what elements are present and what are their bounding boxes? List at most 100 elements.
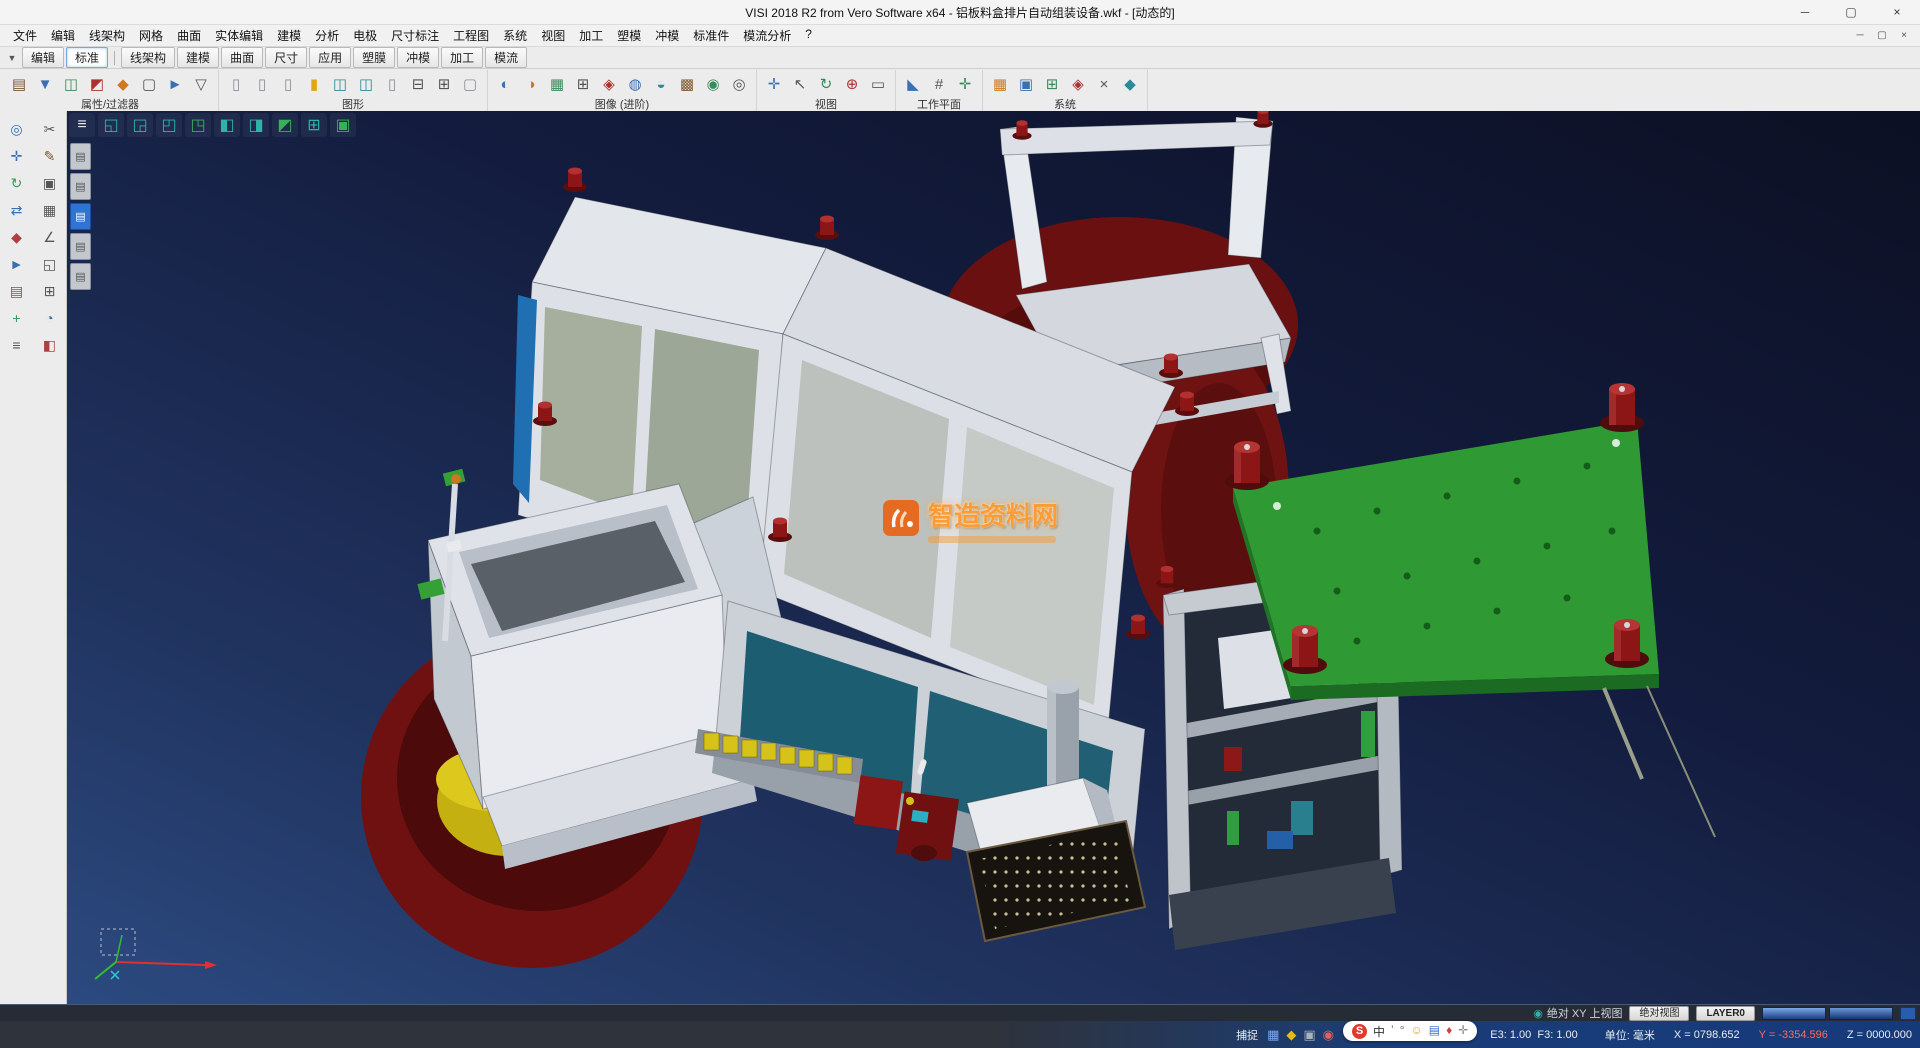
- minimize-button[interactable]: ─: [1782, 0, 1828, 24]
- window-icon[interactable]: ⊞: [1040, 72, 1064, 96]
- tab-加工[interactable]: 加工: [441, 47, 483, 68]
- tab-标准[interactable]: 标准: [66, 47, 108, 68]
- color-indicator[interactable]: [1900, 1007, 1916, 1020]
- menu-item-建模[interactable]: 建模: [270, 25, 308, 46]
- maximize-button[interactable]: ▢: [1828, 0, 1874, 24]
- copy-icon[interactable]: ⊞: [33, 279, 66, 303]
- color-filter-icon[interactable]: ◩: [85, 72, 109, 96]
- ime-emoji-icon[interactable]: ☺: [1411, 1023, 1423, 1040]
- clipboard-slot-4-icon[interactable]: ▤: [70, 233, 91, 260]
- layers-icon[interactable]: ▤: [0, 279, 33, 303]
- snap-status-icon[interactable]: ◆: [1286, 1027, 1296, 1043]
- system-icon[interactable]: ◆: [1118, 72, 1142, 96]
- menu-item-视图[interactable]: 视图: [534, 25, 572, 46]
- menu-item-系统[interactable]: 系统: [496, 25, 534, 46]
- view-menu-icon[interactable]: ≡: [69, 113, 95, 137]
- material-icon[interactable]: ◈: [597, 72, 621, 96]
- panel-icon[interactable]: ▣: [33, 171, 66, 195]
- clipboard-slot-5-icon[interactable]: ▤: [70, 263, 91, 290]
- quality-icon[interactable]: ◉: [701, 72, 725, 96]
- mdi-restore-button[interactable]: ▢: [1872, 30, 1892, 41]
- close-doc-icon[interactable]: ×: [1092, 72, 1116, 96]
- bottom-view-icon[interactable]: ◩: [272, 113, 298, 137]
- ime-lang[interactable]: 中: [1373, 1023, 1385, 1040]
- grid-icon[interactable]: ▦: [33, 198, 66, 222]
- texture-icon[interactable]: ▦: [545, 72, 569, 96]
- split-view-icon[interactable]: ◫: [354, 72, 378, 96]
- layer-off-icon[interactable]: ▯: [276, 72, 300, 96]
- plugin-icon[interactable]: ◈: [1066, 72, 1090, 96]
- grid-icon[interactable]: ⊞: [571, 72, 595, 96]
- shade-icon[interactable]: ◐: [493, 72, 517, 96]
- clipboard-slot-3-icon[interactable]: ▤: [70, 203, 91, 230]
- pan-icon[interactable]: ✛: [762, 72, 786, 96]
- preview-icon[interactable]: ◎: [727, 72, 751, 96]
- front-view-icon[interactable]: ◰: [156, 113, 182, 137]
- zoom-fit-icon[interactable]: ↖: [788, 72, 812, 96]
- menu-item-文件[interactable]: 文件: [6, 25, 44, 46]
- layer-button[interactable]: LAYER0: [1696, 1006, 1755, 1021]
- back-view-icon[interactable]: ◨: [243, 113, 269, 137]
- menu-item-?[interactable]: ?: [798, 25, 819, 46]
- tab-建模[interactable]: 建模: [177, 47, 219, 68]
- menu-item-线架构[interactable]: 线架构: [82, 25, 132, 46]
- ime-mic-icon[interactable]: ♦: [1446, 1023, 1452, 1040]
- more-filter-icon[interactable]: ▽: [189, 72, 213, 96]
- render-icon[interactable]: ◑: [519, 72, 543, 96]
- menu-item-电极[interactable]: 电极: [346, 25, 384, 46]
- tab-冲模[interactable]: 冲模: [397, 47, 439, 68]
- plane-grid-icon[interactable]: #: [927, 72, 951, 96]
- clipboard-status-icon[interactable]: ▣: [1303, 1027, 1315, 1043]
- active-layer-icon[interactable]: ▮: [302, 72, 326, 96]
- measure-icon[interactable]: ∠: [33, 225, 66, 249]
- menu-item-尺寸标注[interactable]: 尺寸标注: [384, 25, 446, 46]
- list-icon[interactable]: ≡: [0, 333, 33, 357]
- move-icon[interactable]: ✛: [0, 144, 33, 168]
- menu-item-实体编辑[interactable]: 实体编辑: [208, 25, 270, 46]
- snap-toggle[interactable]: 捕捉: [1236, 1027, 1258, 1043]
- top-view-icon[interactable]: ◲: [127, 113, 153, 137]
- tab-overflow-button[interactable]: ▼: [4, 53, 20, 63]
- frame-icon[interactable]: ▢: [458, 72, 482, 96]
- two-view-icon[interactable]: ◫: [328, 72, 352, 96]
- collapse-icon[interactable]: ⊟: [406, 72, 430, 96]
- viewport-3d[interactable]: ≡◱◲◰◳◧◨◩⊞▣ ▤▤▤▤▤ 智造资料网: [67, 111, 1920, 1004]
- settings-icon[interactable]: ▦: [988, 72, 1012, 96]
- filter-dropdown-icon[interactable]: ▼: [33, 72, 57, 96]
- menu-item-冲模[interactable]: 冲模: [648, 25, 686, 46]
- menu-item-塑模[interactable]: 塑模: [610, 25, 648, 46]
- rotate-view-icon[interactable]: ↻: [814, 72, 838, 96]
- axon-view-icon[interactable]: ⊞: [301, 113, 327, 137]
- arc-icon[interactable]: ◔: [33, 306, 66, 330]
- point-icon[interactable]: ◆: [0, 225, 33, 249]
- layer-on-icon[interactable]: ▯: [250, 72, 274, 96]
- properties-icon[interactable]: ▤: [7, 72, 31, 96]
- menu-item-模流分析[interactable]: 模流分析: [736, 25, 798, 46]
- hide-element-icon[interactable]: ▯: [380, 72, 404, 96]
- layer-list-icon[interactable]: ▯: [224, 72, 248, 96]
- left-view-icon[interactable]: ◧: [214, 113, 240, 137]
- zoom-icon[interactable]: ◎: [0, 117, 33, 141]
- plane-axis-icon[interactable]: ✛: [953, 72, 977, 96]
- half-shade-icon[interactable]: ◧: [33, 333, 66, 357]
- tab-模流[interactable]: 模流: [485, 47, 527, 68]
- clipboard-slot-1-icon[interactable]: ▤: [70, 143, 91, 170]
- add-icon[interactable]: +: [0, 306, 33, 330]
- close-button[interactable]: ×: [1874, 0, 1920, 24]
- edit-icon[interactable]: ✎: [33, 144, 66, 168]
- mirror-icon[interactable]: ⇄: [0, 198, 33, 222]
- menu-item-分析[interactable]: 分析: [308, 25, 346, 46]
- ime-fullwidth[interactable]: °: [1400, 1023, 1405, 1040]
- tab-线架构[interactable]: 线架构: [121, 47, 175, 68]
- select-arrow-icon[interactable]: ►: [0, 252, 33, 276]
- layer-color-swatch[interactable]: [1829, 1007, 1893, 1020]
- shadow-icon[interactable]: ◒: [649, 72, 673, 96]
- mask-icon[interactable]: ▢: [137, 72, 161, 96]
- zoom-in-icon[interactable]: ⊕: [840, 72, 864, 96]
- menu-item-曲面[interactable]: 曲面: [170, 25, 208, 46]
- menu-item-加工[interactable]: 加工: [572, 25, 610, 46]
- display-status-icon[interactable]: ▦: [1267, 1027, 1279, 1043]
- iso-view-icon[interactable]: ◱: [98, 113, 124, 137]
- view-window-icon[interactable]: ▭: [866, 72, 890, 96]
- tab-尺寸[interactable]: 尺寸: [265, 47, 307, 68]
